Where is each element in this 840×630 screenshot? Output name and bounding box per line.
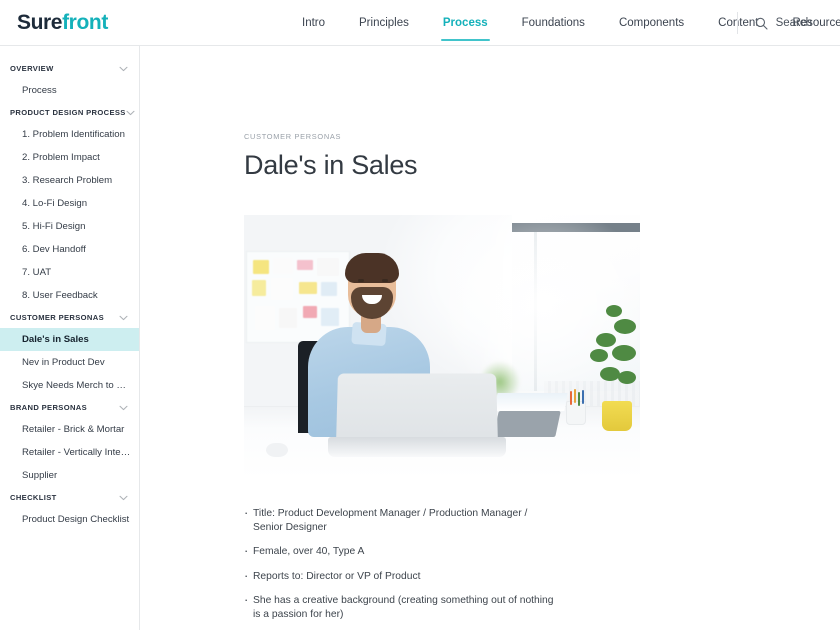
photo-laptop-screen (336, 373, 498, 444)
sidebar-item-skye-needs-merch-to-buy[interactable]: Skye Needs Merch to Buy (0, 374, 139, 397)
photo-note (299, 282, 317, 294)
sidebar-section-checklist[interactable]: CHECKLIST (0, 487, 139, 508)
photo-note (253, 260, 269, 274)
photo-plant-leaf (606, 305, 622, 317)
sidebar-item-product-design-checklist[interactable]: Product Design Checklist (0, 508, 139, 531)
photo-plant-leaf (596, 333, 616, 347)
page-body: OVERVIEW Process PRODUCT DESIGN PROCESS 1. … (0, 46, 840, 630)
photo-pencil (582, 390, 584, 404)
sidebar-item-retailer-brick-mortar[interactable]: Retailer - Brick & Mortar (0, 418, 139, 441)
photo-plant-leaf (590, 349, 608, 362)
photo-note (279, 308, 297, 328)
photo-note (321, 308, 339, 326)
photo-note (255, 306, 275, 330)
photo-person-hair (345, 253, 399, 283)
photo-pencil (578, 392, 580, 406)
logo-text-primary: Sure (17, 10, 63, 34)
sidebar-item-6-dev-handoff[interactable]: 6. Dev Handoff (0, 238, 139, 261)
sidebar-item-4-lo-fi-design[interactable]: 4. Lo-Fi Design (0, 192, 139, 215)
photo-person-eye (382, 279, 388, 282)
brand-logo[interactable]: Surefront (17, 11, 108, 35)
search-button[interactable]: Search (736, 0, 812, 46)
nav-item-process[interactable]: Process (426, 0, 505, 46)
main-content: CUSTOMER PERSONAS Dale's in Sales · Titl… (140, 46, 840, 630)
chevron-down-icon[interactable] (126, 110, 135, 116)
sidebar-section-product-design-process[interactable]: PRODUCT DESIGN PROCESS (0, 102, 139, 123)
search-label: Search (775, 17, 812, 29)
sidebar-section-customer-personas[interactable]: CUSTOMER PERSONAS (0, 307, 139, 328)
photo-note (303, 306, 317, 318)
sidebar-section-label: BRAND PERSONAS (10, 403, 88, 412)
sidebar-section-label: PRODUCT DESIGN PROCESS (10, 108, 126, 117)
nav-item-principles[interactable]: Principles (342, 0, 426, 46)
nav-item-intro[interactable]: Intro (285, 0, 342, 46)
photo-plant-leaf (600, 367, 620, 381)
photo-pencil (574, 389, 576, 403)
sidebar-item-1-problem-identification[interactable]: 1. Problem Identification (0, 123, 139, 146)
logo-text-accent: front (62, 10, 108, 34)
photo-tablet (493, 411, 561, 437)
nav-item-components[interactable]: Components (602, 0, 701, 46)
photo-paper-stack (494, 393, 568, 411)
persona-detail-item: Title: Product Development Manager / Pro… (244, 506, 556, 535)
sidebar-section-overview[interactable]: OVERVIEW (0, 58, 139, 79)
sidebar-item-supplier[interactable]: Supplier (0, 464, 139, 487)
nav-item-foundations[interactable]: Foundations (505, 0, 602, 46)
sidebar-navigation: OVERVIEW Process PRODUCT DESIGN PROCESS 1. … (0, 46, 140, 630)
photo-note (271, 278, 293, 300)
persona-detail-item: She has a creative background (creating … (244, 593, 556, 622)
sidebar-item-process[interactable]: Process (0, 79, 139, 102)
persona-detail-list: Title: Product Development Manager / Pro… (244, 506, 556, 630)
sidebar-item-7-uat[interactable]: 7. UAT (0, 261, 139, 284)
sidebar-section-label: CHECKLIST (10, 493, 57, 502)
sidebar-item-8-user-feedback[interactable]: 8. User Feedback (0, 284, 139, 307)
photo-note (273, 258, 293, 274)
sidebar-section-label: OVERVIEW (10, 64, 54, 73)
photo-plant-pot (602, 401, 632, 431)
photo-note (297, 260, 313, 270)
photo-plant-leaf (612, 345, 636, 361)
photo-mouse (266, 443, 288, 457)
page-title: Dale's in Sales (244, 150, 418, 180)
persona-detail-item: Female, over 40, Type A (244, 544, 556, 559)
sidebar-item-3-research-problem[interactable]: 3. Research Problem (0, 169, 139, 192)
chevron-down-icon[interactable] (119, 495, 128, 501)
sidebar-item-2-problem-impact[interactable]: 2. Problem Impact (0, 146, 139, 169)
sidebar-section-brand-personas[interactable]: BRAND PERSONAS (0, 397, 139, 418)
photo-note (252, 280, 266, 296)
sidebar-item-dale-s-in-sales[interactable]: Dale's in Sales (0, 328, 139, 351)
chevron-down-icon[interactable] (119, 315, 128, 321)
photo-pencil-cup (566, 389, 586, 425)
photo-plant-leaf (614, 319, 636, 334)
photo-pencil (570, 391, 572, 405)
sidebar-item-nev-in-product-dev[interactable]: Nev in Product Dev (0, 351, 139, 374)
breadcrumb-eyebrow: CUSTOMER PERSONAS (244, 132, 342, 141)
sidebar-item-retailer-vertically-integrat[interactable]: Retailer - Vertically Integrat... (0, 441, 139, 464)
sidebar-item-5-hi-fi-design[interactable]: 5. Hi-Fi Design (0, 215, 139, 238)
photo-note (321, 282, 337, 296)
persona-detail-item: Reports to: Director or VP of Product (244, 569, 556, 584)
hero-image (244, 215, 640, 479)
photo-laptop-base (328, 437, 506, 457)
chevron-down-icon[interactable] (119, 405, 128, 411)
top-header: Surefront Intro Principles Process Foundati… (0, 0, 840, 46)
photo-note (317, 258, 339, 276)
photo-person-eye (358, 279, 364, 282)
photo-plant-leaf (618, 371, 636, 384)
chevron-down-icon[interactable] (119, 66, 128, 72)
sidebar-section-label: CUSTOMER PERSONAS (10, 313, 104, 322)
search-icon (755, 17, 768, 30)
